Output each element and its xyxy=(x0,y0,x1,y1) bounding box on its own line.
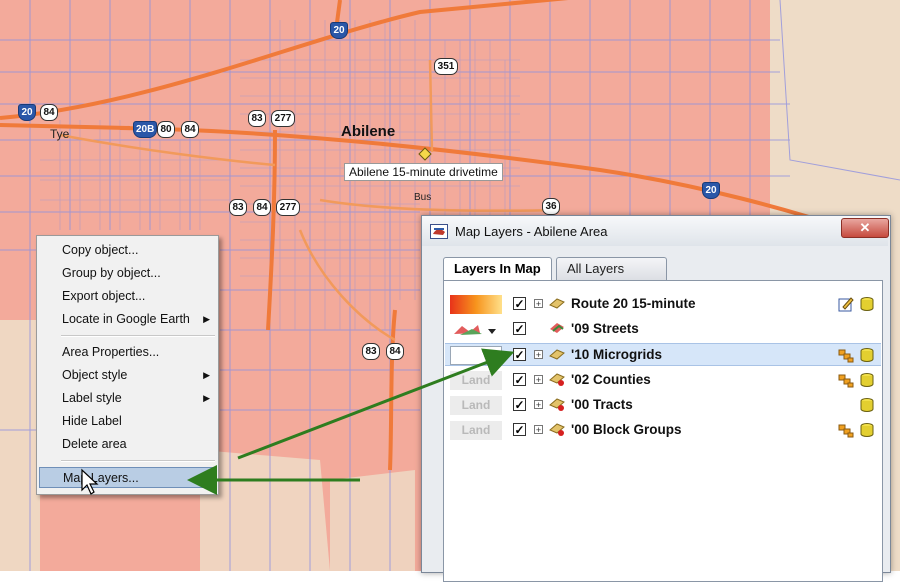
submenu-arrow-icon: ▶ xyxy=(203,370,210,380)
map-layers-dialog: Map Layers - Abilene Area ✕ Layers In Ma… xyxy=(421,215,891,582)
us-84-shield: 84 xyxy=(253,199,271,216)
layer-style-swatch[interactable]: Land xyxy=(450,396,502,415)
layer-name: '00 Block Groups xyxy=(571,422,682,437)
us-277-shield: 277 xyxy=(271,110,295,127)
menu-item-object-style[interactable]: Object style ▶ xyxy=(39,365,216,386)
menu-item-export-object[interactable]: Export object... xyxy=(39,286,216,307)
layer-row[interactable]: ✓ '09 Streets xyxy=(445,318,881,341)
layer-name: Route 20 15-minute xyxy=(571,296,696,311)
us-277-shield: 277 xyxy=(276,199,300,216)
us-80-shield: 80 xyxy=(157,121,175,138)
submenu-arrow-icon: ▶ xyxy=(203,314,210,324)
tab-layers-in-map[interactable]: Layers In Map xyxy=(443,257,552,280)
layer-icon xyxy=(549,398,565,411)
layer-icon xyxy=(549,373,565,386)
layer-visible-checkbox[interactable]: ✓ xyxy=(513,373,526,386)
layer-visible-checkbox[interactable]: ✓ xyxy=(513,423,526,436)
dialog-titlebar[interactable]: Map Layers - Abilene Area ✕ xyxy=(422,216,889,246)
us-84-shield: 84 xyxy=(40,104,58,121)
layer-row[interactable]: ✓ + Route 20 15-minute xyxy=(445,293,881,316)
us-83-shield: 83 xyxy=(229,199,247,216)
layer-name: '00 Tracts xyxy=(571,397,633,412)
interstate-20-shield: 20 xyxy=(18,104,36,121)
menu-separator xyxy=(61,460,215,462)
submenu-arrow-icon: ▶ xyxy=(203,393,210,403)
grid-cells-icon[interactable] xyxy=(838,422,854,438)
us-83-shield: 83 xyxy=(362,343,380,360)
grid-cells-icon[interactable] xyxy=(838,347,854,363)
menu-item-delete-area[interactable]: Delete area xyxy=(39,434,216,455)
layer-icon xyxy=(549,298,565,309)
layer-name: '02 Counties xyxy=(571,372,651,387)
app-map-icon xyxy=(430,224,448,239)
menu-item-area-properties[interactable]: Area Properties... xyxy=(39,342,216,363)
database-icon[interactable] xyxy=(859,422,875,438)
database-icon[interactable] xyxy=(859,372,875,388)
layer-visible-checkbox[interactable]: ✓ xyxy=(513,297,526,310)
expand-toggle[interactable]: + xyxy=(534,425,543,435)
layer-style-swatch[interactable] xyxy=(450,295,502,314)
edit-pencil-icon[interactable] xyxy=(838,296,854,312)
streets-layer-icon xyxy=(550,323,564,333)
layer-row[interactable]: Land ✓ + '02 Counties xyxy=(445,369,881,392)
city-label-abilene: Abilene xyxy=(341,123,396,140)
layer-row[interactable]: Land ✓ + '00 Tracts xyxy=(445,394,881,417)
database-icon[interactable] xyxy=(859,296,875,312)
us-84-shield: 84 xyxy=(386,343,404,360)
layer-name: '09 Streets xyxy=(571,321,639,336)
expand-toggle[interactable]: + xyxy=(534,299,543,309)
layer-style-swatch[interactable] xyxy=(450,320,502,339)
grid-cells-icon[interactable] xyxy=(838,372,854,388)
dialog-title: Map Layers - Abilene Area xyxy=(455,224,608,239)
menu-separator xyxy=(61,335,215,337)
layer-style-swatch[interactable]: Land xyxy=(450,421,502,440)
state-36-shield: 36 xyxy=(542,198,560,215)
layer-row[interactable]: ✓ + '10 Microgrids xyxy=(445,343,881,366)
menu-item-hide-label[interactable]: Hide Label xyxy=(39,411,216,432)
interstate-20-shield: 20 xyxy=(330,22,348,39)
close-button[interactable]: ✕ xyxy=(841,218,889,238)
business-route-label: Bus xyxy=(414,192,432,203)
menu-item-locate-google-earth[interactable]: Locate in Google Earth ▶ xyxy=(39,309,216,330)
town-label-tye: Tye xyxy=(50,127,70,141)
drivetime-label: Abilene 15-minute drivetime xyxy=(344,163,503,181)
interstate-20-shield: 20 xyxy=(702,182,720,199)
database-icon[interactable] xyxy=(859,347,875,363)
menu-item-copy-object[interactable]: Copy object... xyxy=(39,240,216,261)
layer-visible-checkbox[interactable]: ✓ xyxy=(513,348,526,361)
business-20-shield: 20B xyxy=(133,121,158,138)
layer-icon xyxy=(549,349,565,360)
layer-style-swatch[interactable] xyxy=(450,346,502,365)
tab-all-layers[interactable]: All Layers xyxy=(556,257,667,280)
us-83-shield: 83 xyxy=(248,110,266,127)
menu-item-map-layers[interactable]: Map Layers... xyxy=(39,467,216,488)
context-menu: Copy object... Group by object... Export… xyxy=(36,235,219,495)
loop-351-shield: 351 xyxy=(434,58,458,75)
layer-visible-checkbox[interactable]: ✓ xyxy=(513,322,526,335)
us-84-shield: 84 xyxy=(181,121,199,138)
layer-name: '10 Microgrids xyxy=(571,347,662,362)
layer-style-swatch[interactable]: Land xyxy=(450,371,502,390)
layers-list: ✓ + Route 20 15-minute ✓ '09 Streets ✓ +… xyxy=(443,280,883,582)
layer-row[interactable]: Land ✓ + '00 Block Groups xyxy=(445,419,881,442)
menu-item-group-by-object[interactable]: Group by object... xyxy=(39,263,216,284)
expand-toggle[interactable]: + xyxy=(534,400,543,410)
expand-toggle[interactable]: + xyxy=(534,375,543,385)
database-icon[interactable] xyxy=(859,397,875,413)
layer-visible-checkbox[interactable]: ✓ xyxy=(513,398,526,411)
expand-toggle[interactable]: + xyxy=(534,350,543,360)
menu-item-label-style[interactable]: Label style ▶ xyxy=(39,388,216,409)
layer-icon xyxy=(549,423,565,436)
